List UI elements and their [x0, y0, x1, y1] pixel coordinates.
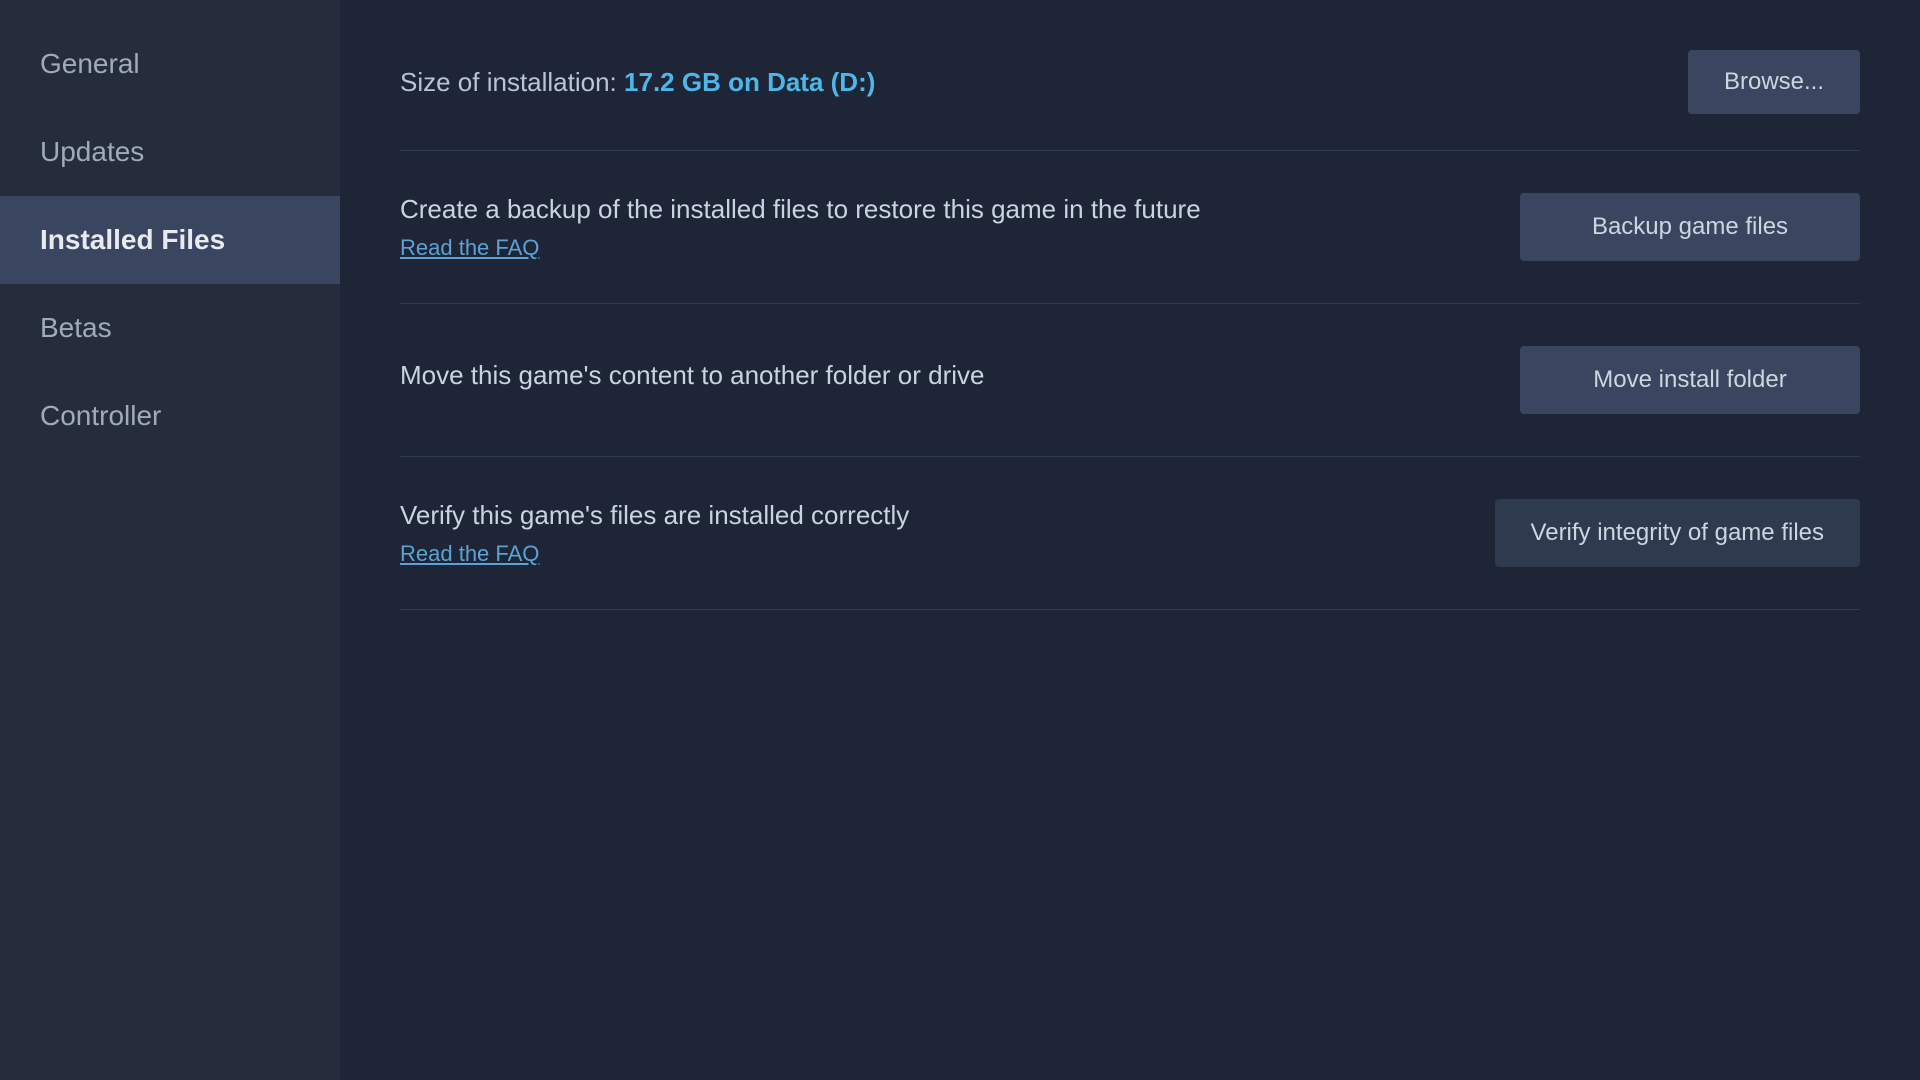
verify-description: Verify this game's files are installed c… — [400, 500, 1455, 531]
sidebar-item-general[interactable]: General — [0, 20, 340, 108]
move-install-folder-button[interactable]: Move install folder — [1520, 346, 1860, 414]
verify-faq-link[interactable]: Read the FAQ — [400, 541, 539, 566]
backup-info: Create a backup of the installed files t… — [400, 194, 1480, 261]
move-info: Move this game's content to another fold… — [400, 360, 1480, 401]
main-content: Size of installation: 17.2 GB on Data (D… — [340, 0, 1920, 1080]
sidebar-item-betas[interactable]: Betas — [0, 284, 340, 372]
browse-button[interactable]: Browse... — [1688, 50, 1860, 114]
size-row: Size of installation: 17.2 GB on Data (D… — [400, 50, 1860, 151]
sidebar-item-installed-files[interactable]: Installed Files — [0, 196, 340, 284]
sidebar-item-updates[interactable]: Updates — [0, 108, 340, 196]
size-of-installation: Size of installation: 17.2 GB on Data (D… — [400, 67, 875, 98]
sidebar-item-controller[interactable]: Controller — [0, 372, 340, 460]
move-section: Move this game's content to another fold… — [400, 304, 1860, 457]
backup-section: Create a backup of the installed files t… — [400, 151, 1860, 304]
move-description: Move this game's content to another fold… — [400, 360, 1480, 391]
verify-integrity-button[interactable]: Verify integrity of game files — [1495, 499, 1860, 567]
sidebar: General Updates Installed Files Betas Co… — [0, 0, 340, 1080]
backup-faq-link[interactable]: Read the FAQ — [400, 235, 539, 260]
verify-info: Verify this game's files are installed c… — [400, 500, 1455, 567]
verify-section: Verify this game's files are installed c… — [400, 457, 1860, 610]
backup-game-files-button[interactable]: Backup game files — [1520, 193, 1860, 261]
backup-description: Create a backup of the installed files t… — [400, 194, 1480, 225]
